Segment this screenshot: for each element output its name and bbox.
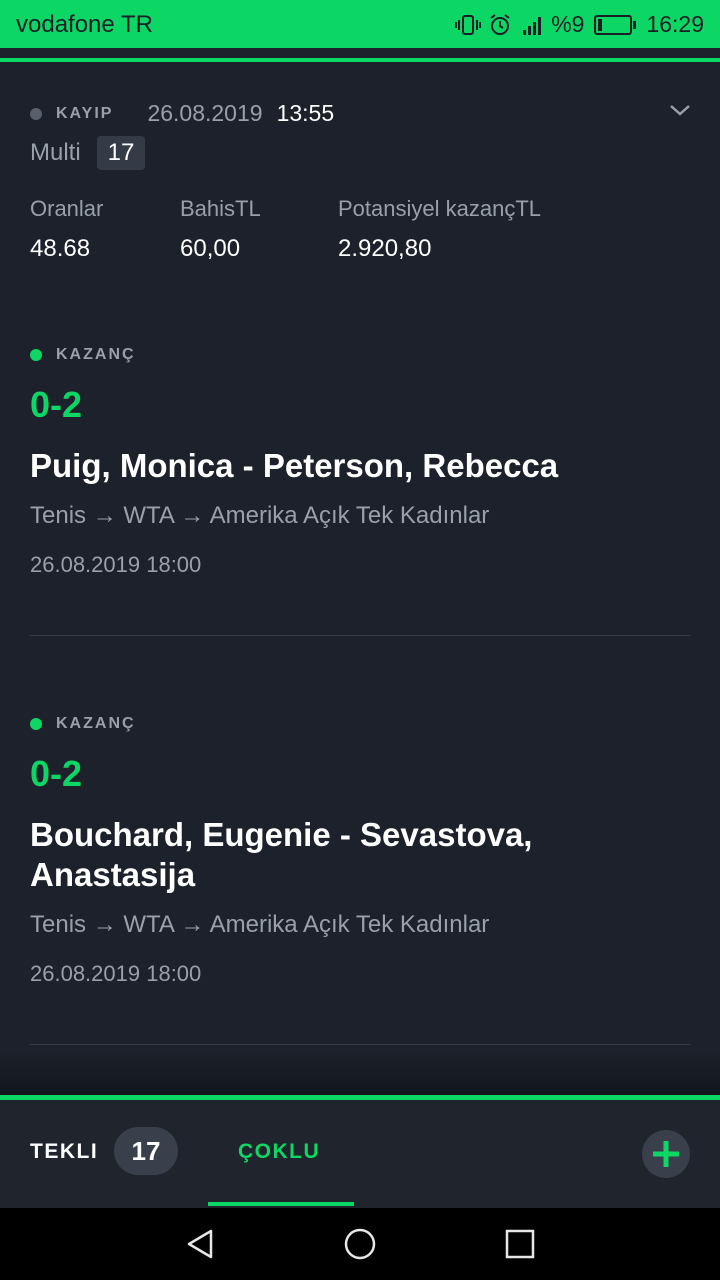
match-score: 0-2 <box>30 753 83 794</box>
bet-type-row: Multi 17 <box>30 136 146 170</box>
bet-tab-bar: TEKLI 17 ÇOKLU <box>0 1095 720 1208</box>
potential-win-label: Potansiyel kazançTL <box>338 196 541 221</box>
match-date: 26.08.2019 18:00 <box>30 552 202 577</box>
match-card: KAZANÇ 0-2 Puig, Monica - Peterson, Rebe… <box>30 346 690 578</box>
match-status-label: KAZANÇ <box>56 346 136 363</box>
back-icon[interactable] <box>184 1228 216 1260</box>
stake-value: 60,00 <box>180 235 241 262</box>
plus-icon <box>653 1141 679 1167</box>
add-button[interactable] <box>642 1130 690 1178</box>
divider <box>30 1044 690 1045</box>
match-status-label: KAZANÇ <box>56 715 136 732</box>
single-count-badge[interactable]: 17 <box>114 1127 178 1175</box>
arrow-right-icon: → <box>180 911 205 938</box>
match-card: KAZANÇ 0-2 Bouchard, Eugenie - Sevastova… <box>30 715 690 987</box>
system-nav-bar <box>0 1208 720 1280</box>
potential-win-stat: Potansiyel kazançTL 2.920,80 <box>338 196 541 263</box>
potential-win-value: 2.920,80 <box>338 235 432 262</box>
tab-single[interactable]: TEKLI <box>30 1140 98 1164</box>
match-date: 26.08.2019 18:00 <box>30 961 202 986</box>
bet-type: Multi <box>30 139 81 166</box>
chevron-down-icon[interactable] <box>668 98 692 122</box>
odds-value: 48.68 <box>30 235 91 262</box>
tournament-name: Amerika Açık Tek Kadınlar <box>209 502 490 529</box>
vibrate-icon <box>455 14 482 35</box>
header-accent-line <box>0 58 720 62</box>
battery-icon <box>594 14 637 35</box>
match-category-path: Tenis → WTA → Amerika Açık Tek Kadınlar <box>30 502 690 530</box>
won-status-dot <box>30 718 42 730</box>
odds-stat: Oranlar 48.68 <box>30 196 103 263</box>
selection-count-badge: 17 <box>96 136 146 170</box>
scroll-shadow <box>0 1050 720 1095</box>
league-name: WTA <box>123 911 174 938</box>
league-name: WTA <box>123 502 174 529</box>
odds-label: Oranlar <box>30 196 104 221</box>
bet-time: 13:55 <box>276 100 335 126</box>
bet-status-label: KAYIP <box>56 104 114 122</box>
status-icons: %9 16:29 <box>455 11 704 38</box>
won-status-dot <box>30 349 42 361</box>
active-tab-indicator <box>208 1202 354 1206</box>
lost-status-dot <box>30 107 42 120</box>
bet-status-row: KAYIP 26.08.2019 13:55 <box>30 100 334 127</box>
tab-multi[interactable]: ÇOKLU <box>238 1140 320 1164</box>
arrow-right-icon: → <box>92 502 117 529</box>
alarm-icon <box>490 13 510 35</box>
clock: 16:29 <box>646 11 704 37</box>
sport-name: Tenis <box>30 911 87 938</box>
tabbar-accent-line <box>0 1095 720 1100</box>
tournament-name: Amerika Açık Tek Kadınlar <box>209 911 490 938</box>
match-category-path: Tenis → WTA → Amerika Açık Tek Kadınlar <box>30 911 690 939</box>
stake-stat: BahisTL 60,00 <box>180 196 261 263</box>
match-teams: Puig, Monica - Peterson, Rebecca <box>30 447 559 484</box>
bet-date: 26.08.2019 <box>147 100 263 126</box>
sport-name: Tenis <box>30 502 87 529</box>
status-bar: vodafone TR %9 16:29 <box>0 0 720 48</box>
match-teams: Bouchard, Eugenie - Sevastova, Anastasij… <box>30 816 533 893</box>
carrier-name: vodafone TR <box>16 11 153 38</box>
signal-icon <box>523 16 542 35</box>
home-icon[interactable] <box>344 1228 376 1260</box>
recents-icon[interactable] <box>504 1228 536 1260</box>
match-status-row: KAZANÇ <box>30 346 690 364</box>
arrow-right-icon: → <box>92 911 117 938</box>
arrow-right-icon: → <box>180 502 205 529</box>
divider <box>30 635 690 636</box>
match-score: 0-2 <box>30 384 83 425</box>
stake-label: BahisTL <box>180 196 261 221</box>
battery-percent: %9 <box>551 11 585 37</box>
match-status-row: KAZANÇ <box>30 715 690 733</box>
